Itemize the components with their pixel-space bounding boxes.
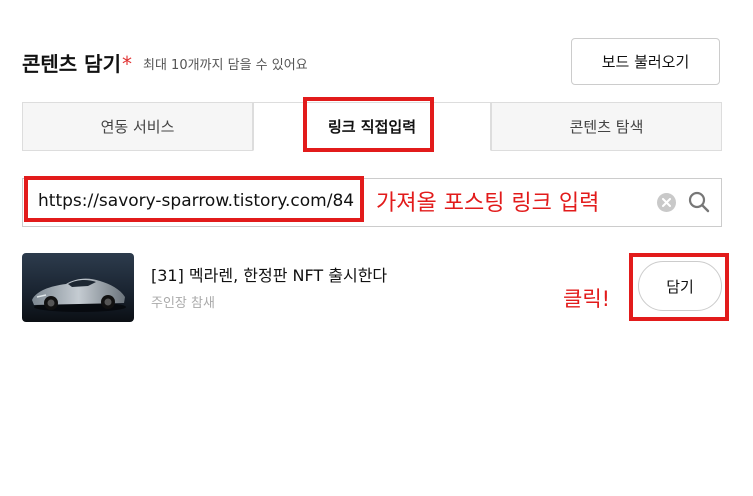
page-title: 콘텐츠 담기* xyxy=(22,48,132,77)
tab-linked-services[interactable]: 연동 서비스 xyxy=(22,102,253,151)
tab-bar: 연동 서비스 링크 직접입력 콘텐츠 탐색 xyxy=(22,102,722,151)
load-board-button[interactable]: 보드 불러오기 xyxy=(571,38,720,85)
clear-x-icon xyxy=(662,198,671,207)
car-thumbnail-image xyxy=(22,253,134,322)
post-author: 주인장 참새 xyxy=(151,296,215,311)
tab-browse-content[interactable]: 콘텐츠 탐색 xyxy=(491,102,722,151)
click-annotation: 클릭! xyxy=(563,287,611,311)
post-title[interactable]: [31] 멕라렌, 한정판 NFT 출시한다 xyxy=(151,262,387,286)
link-input-highlight-box xyxy=(24,176,364,222)
tab-direct-link[interactable]: 링크 직접입력 xyxy=(253,102,491,151)
page-title-text: 콘텐츠 담기 xyxy=(22,52,121,76)
clear-icon[interactable] xyxy=(657,193,676,212)
required-mark: * xyxy=(121,52,132,76)
post-thumbnail xyxy=(22,253,134,322)
link-input-annotation: 가져올 포스팅 링크 입력 xyxy=(376,191,600,216)
add-button[interactable]: 담기 xyxy=(638,261,722,311)
page-subtitle: 최대 10개까지 담을 수 있어요 xyxy=(143,58,308,73)
search-icon[interactable] xyxy=(687,190,711,214)
